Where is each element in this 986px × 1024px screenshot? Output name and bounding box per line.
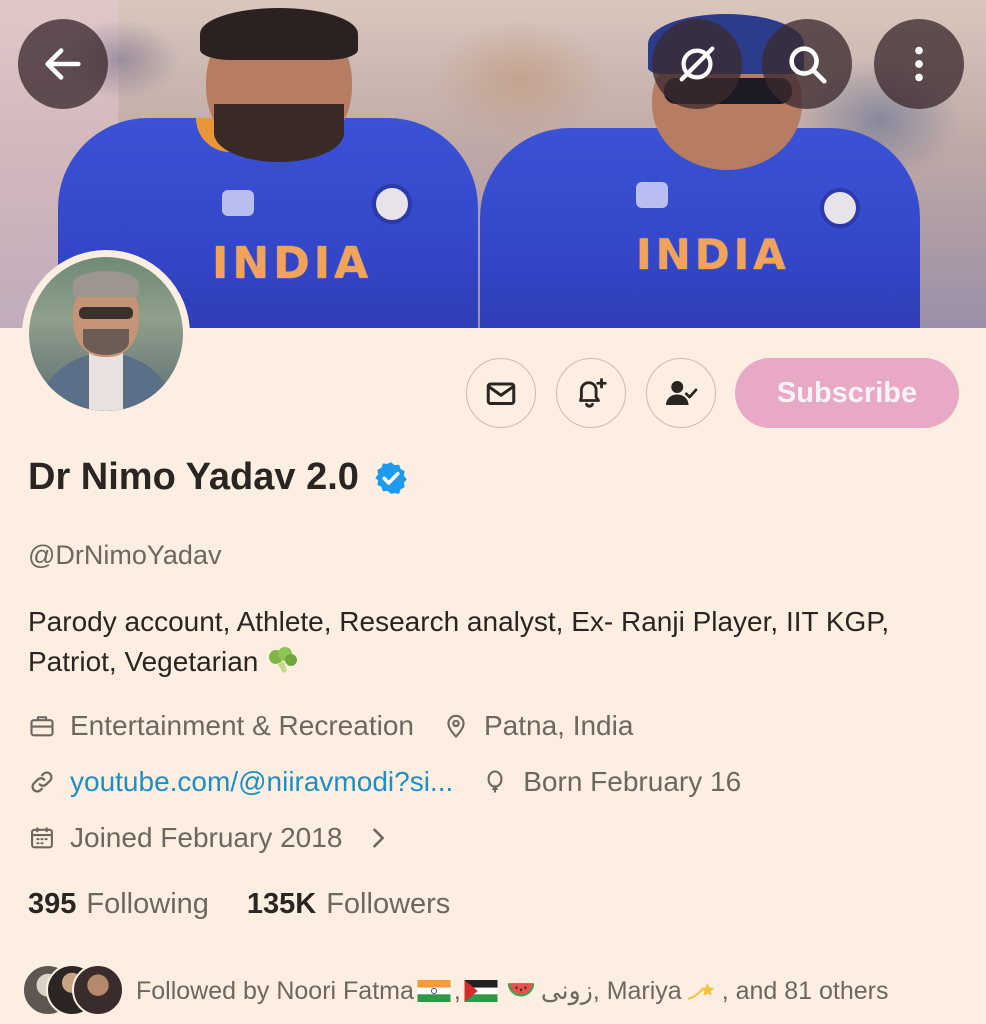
grok-button[interactable] xyxy=(652,19,742,109)
person-check-icon xyxy=(666,381,698,405)
mutual-avatar-3 xyxy=(72,964,124,1016)
palestine-flag-icon xyxy=(464,980,498,1002)
mail-icon xyxy=(486,382,516,405)
username-handle: @DrNimoYadav xyxy=(28,540,222,570)
jersey-text-left: INDIA xyxy=(212,238,373,289)
joined-text: Joined February 2018 xyxy=(70,822,343,853)
followers-label: Followers xyxy=(326,888,451,920)
location-text: Patna, India xyxy=(483,710,634,741)
broccoli-icon xyxy=(269,647,298,673)
followed-by-prefix: Followed by Noori Fatma xyxy=(136,976,414,1005)
more-options-button[interactable] xyxy=(874,19,964,109)
bell-plus-icon xyxy=(579,378,607,408)
category-text: Entertainment & Recreation xyxy=(70,710,414,741)
following-stat[interactable]: 395 Following xyxy=(28,888,209,921)
website-item[interactable]: youtube.com/@niiravmodi?si... xyxy=(28,766,453,798)
profile-bio: Parody account, Athlete, Research analys… xyxy=(28,602,948,682)
joined-item[interactable]: Joined February 2018 xyxy=(28,822,406,854)
following-label: Following xyxy=(86,888,209,920)
subscribe-button[interactable]: Subscribe xyxy=(735,358,959,428)
following-status-button[interactable] xyxy=(646,358,716,428)
notifications-button[interactable] xyxy=(556,358,626,428)
balloon-icon xyxy=(487,770,503,793)
website-link[interactable]: youtube.com/@niiravmodi?si... xyxy=(70,766,453,798)
message-button[interactable] xyxy=(466,358,536,428)
arrow-left-icon xyxy=(45,48,81,80)
grok-icon xyxy=(679,46,715,82)
follow-stats: 395 Following 135K Followers xyxy=(28,888,488,921)
category-item: Entertainment & Recreation xyxy=(28,710,414,742)
display-name: Dr Nimo Yadav 2.0 xyxy=(28,456,359,498)
profile-name-row: Dr Nimo Yadav 2.0 xyxy=(28,456,409,499)
birthday-text: Born February 16 xyxy=(523,766,742,797)
dizzy-star-icon xyxy=(687,983,714,1000)
followers-count: 135K xyxy=(246,888,317,920)
more-vertical-icon xyxy=(915,46,923,82)
birthday-item: Born February 16 xyxy=(481,766,741,798)
profile-meta-row-3[interactable]: Joined February 2018 xyxy=(28,822,406,854)
back-button[interactable] xyxy=(18,19,108,109)
profile-meta-row-1: Entertainment & Recreation Patna, India xyxy=(28,710,633,742)
followed-by-tail: , and 81 others xyxy=(721,976,889,1005)
location-pin-icon xyxy=(447,714,465,738)
india-flag-icon xyxy=(417,980,451,1002)
link-icon xyxy=(31,771,53,793)
followed-by-name-2: زونی xyxy=(540,977,593,1005)
avatar-image xyxy=(29,257,183,411)
following-count: 395 xyxy=(28,888,77,920)
followed-by-rest: , Mariya xyxy=(592,976,682,1005)
briefcase-icon xyxy=(30,716,54,737)
chevron-right-icon xyxy=(373,828,385,848)
mutual-follower-avatars xyxy=(22,962,128,1020)
search-icon xyxy=(789,46,827,84)
bio-text: Parody account, Athlete, Research analys… xyxy=(28,606,890,677)
location-item: Patna, India xyxy=(442,710,633,742)
verified-badge-icon[interactable] xyxy=(373,460,409,496)
calendar-icon xyxy=(31,827,53,849)
watermelon-icon xyxy=(507,983,535,997)
search-button[interactable] xyxy=(762,19,852,109)
followers-stat[interactable]: 135K Followers xyxy=(247,888,450,921)
profile-meta-row-2: youtube.com/@niiravmodi?si... Born Febru… xyxy=(28,766,741,798)
followed-by-separator: , xyxy=(453,976,461,1005)
jersey-text-right: INDIA xyxy=(636,230,790,279)
followed-by-row[interactable]: Followed by Noori Fatma , زونی , Mariya … xyxy=(22,962,889,1020)
profile-avatar[interactable] xyxy=(22,250,190,418)
